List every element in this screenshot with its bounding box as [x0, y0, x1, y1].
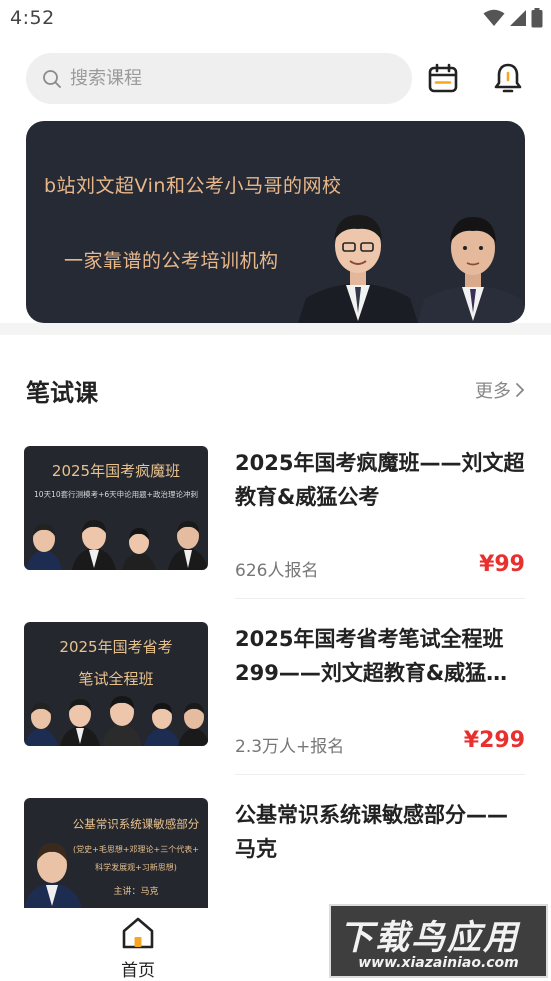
- thumbnail-subtitle: 10天10套行测模考+6天申论用题+政治理论冲刺: [34, 490, 198, 499]
- promo-banner[interactable]: b站刘文超Vin和公考小马哥的网校 一家靠谱的公考培训机构: [26, 121, 525, 323]
- status-bar: 4:52: [0, 0, 551, 38]
- thumbnail-title: 公基常识系统课敏感部分: [72, 817, 200, 831]
- enroll-count: 2.3万人+报名: [235, 737, 345, 757]
- nav-home-label: 首页: [121, 961, 155, 981]
- search-bar[interactable]: [26, 53, 412, 104]
- thumbnail-title: 2025年国考疯魔班: [51, 462, 181, 480]
- battery-icon: [531, 8, 543, 28]
- teacher-portrait-image: [418, 217, 525, 323]
- banner-subline: 一家靠谱的公考培训机构: [64, 250, 279, 272]
- course-title: 2025年国考疯魔班——刘文超教育&威猛公考: [235, 451, 525, 509]
- course-thumbnail: 2025年国考疯魔班 10天10套行测模考+6天申论用题+政治理论冲刺: [24, 446, 208, 570]
- wifi-icon: [483, 9, 505, 26]
- search-input[interactable]: [70, 68, 370, 89]
- chevron-right-icon: [516, 383, 525, 397]
- course-price: ¥99: [479, 552, 525, 577]
- thumbnail-subtitle: (党史+毛思想+邓理论+三个代表+: [73, 845, 199, 854]
- bell-icon: [494, 63, 522, 93]
- course-title: 公基常识系统课敏感部分——马克: [235, 803, 508, 861]
- more-label: 更多: [475, 381, 511, 402]
- section-title: 笔试课: [26, 379, 98, 407]
- thumbnail-title: 2025年国考省考: [59, 638, 173, 656]
- teacher-group-image: [24, 696, 208, 746]
- teacher-group-image: [26, 520, 208, 570]
- item-divider: [235, 774, 525, 775]
- signal-icon: [510, 10, 526, 26]
- section-divider: [0, 323, 551, 335]
- thumbnail-teacher: 主讲：马克: [113, 887, 159, 897]
- course-thumbnail: 2025年国考省考 笔试全程班: [24, 622, 208, 746]
- calendar-icon: [428, 63, 458, 93]
- more-link[interactable]: 更多: [475, 377, 525, 403]
- item-divider: [235, 598, 525, 599]
- status-icons: [483, 8, 543, 28]
- notification-button[interactable]: [490, 60, 526, 96]
- teacher-portrait-image: [24, 843, 82, 908]
- watermark-title: 下载鸟应用: [339, 918, 519, 958]
- nav-home[interactable]: 首页: [110, 916, 166, 981]
- app-screen: 4:52 搜索课程 b站刘文超Vin和公考小马哥的网校 一家靠谱的公考培训机构 …: [0, 0, 551, 981]
- course-price: ¥299: [463, 728, 525, 753]
- teacher-portrait-image: [298, 215, 418, 323]
- watermark-url: www.xiazainiao.com: [358, 955, 519, 971]
- course-title: 2025年国考省考笔试全程班299——刘文超教育&威猛…: [235, 627, 508, 685]
- watermark-logo: 下载鸟应用 www.xiazainiao.com: [329, 904, 548, 978]
- status-time: 4:52: [10, 7, 55, 29]
- enroll-count: 626人报名: [235, 561, 319, 581]
- home-icon: [122, 917, 154, 949]
- course-thumbnail: 公基常识系统课敏感部分 (党史+毛思想+邓理论+三个代表+ 科学发展观+习新思想…: [24, 798, 208, 908]
- calendar-button[interactable]: [425, 60, 461, 96]
- banner-headline: b站刘文超Vin和公考小马哥的网校: [44, 175, 342, 197]
- thumbnail-subtitle-line2: 科学发展观+习新思想): [95, 863, 177, 872]
- search-icon: [43, 69, 61, 88]
